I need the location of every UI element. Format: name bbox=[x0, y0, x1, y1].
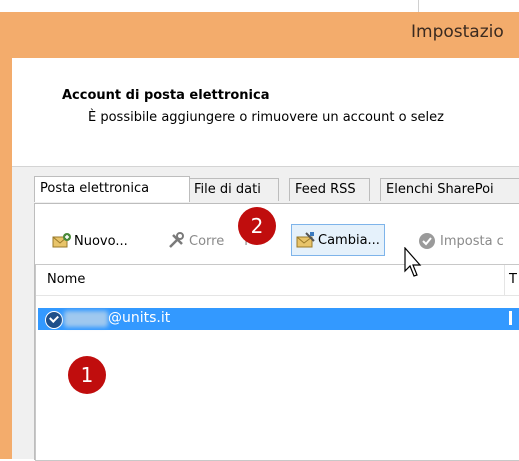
change-button[interactable]: Cambia... bbox=[291, 224, 385, 256]
header-description: È possibile aggiungere o rimuovere un ac… bbox=[88, 110, 444, 125]
dialog-header: Account di posta elettronica È possibile… bbox=[12, 58, 519, 167]
window-frame-top bbox=[0, 0, 418, 12]
dialog-titlebar: Impostazio bbox=[12, 12, 519, 58]
new-account-button[interactable]: Nuovo... bbox=[49, 229, 131, 253]
header-title: Account di posta elettronica bbox=[62, 88, 270, 103]
tab-posta-elettronica[interactable]: Posta elettronica bbox=[34, 176, 190, 202]
new-account-icon bbox=[52, 232, 71, 250]
list-column-header: Nome T bbox=[36, 265, 519, 296]
tab-label: Elenchi SharePoi bbox=[386, 182, 494, 197]
account-list[interactable]: Nome T @units.it bbox=[35, 264, 519, 461]
tab-feed-rss[interactable]: Feed RSS bbox=[289, 178, 370, 201]
default-account-icon bbox=[45, 311, 63, 329]
new-account-label: Nuovo... bbox=[74, 233, 128, 249]
window-frame-divider bbox=[418, 0, 419, 12]
callout-badge-1: 1 bbox=[68, 356, 106, 394]
tab-label: Posta elettronica bbox=[40, 181, 150, 196]
mouse-pointer-icon bbox=[404, 246, 424, 279]
column-type[interactable]: T bbox=[509, 272, 517, 287]
column-name[interactable]: Nome bbox=[47, 272, 85, 287]
column-divider[interactable] bbox=[504, 265, 505, 295]
set-default-label: Imposta c bbox=[440, 233, 504, 249]
window-frame-left bbox=[0, 0, 12, 459]
tools-icon bbox=[167, 232, 185, 250]
change-label: Cambia... bbox=[318, 232, 380, 248]
tab-label: File di dati bbox=[194, 182, 261, 197]
type-cell bbox=[509, 311, 512, 325]
repair-button[interactable]: Corre i bbox=[164, 229, 251, 253]
dialog-title: Impostazio bbox=[411, 22, 504, 42]
tab-label: Feed RSS bbox=[295, 182, 356, 197]
tab-elenchi-sharepoint[interactable]: Elenchi SharePoi bbox=[380, 178, 519, 201]
list-item[interactable]: @units.it bbox=[38, 308, 519, 330]
redacted-username bbox=[64, 311, 108, 327]
callout-badge-2: 2 bbox=[238, 207, 276, 245]
tab-file-di-dati[interactable]: File di dati bbox=[188, 178, 279, 201]
account-email: @units.it bbox=[108, 310, 171, 326]
repair-label: Corre bbox=[189, 233, 225, 249]
change-account-icon bbox=[296, 231, 315, 249]
set-default-button[interactable]: Imposta c bbox=[415, 229, 507, 253]
